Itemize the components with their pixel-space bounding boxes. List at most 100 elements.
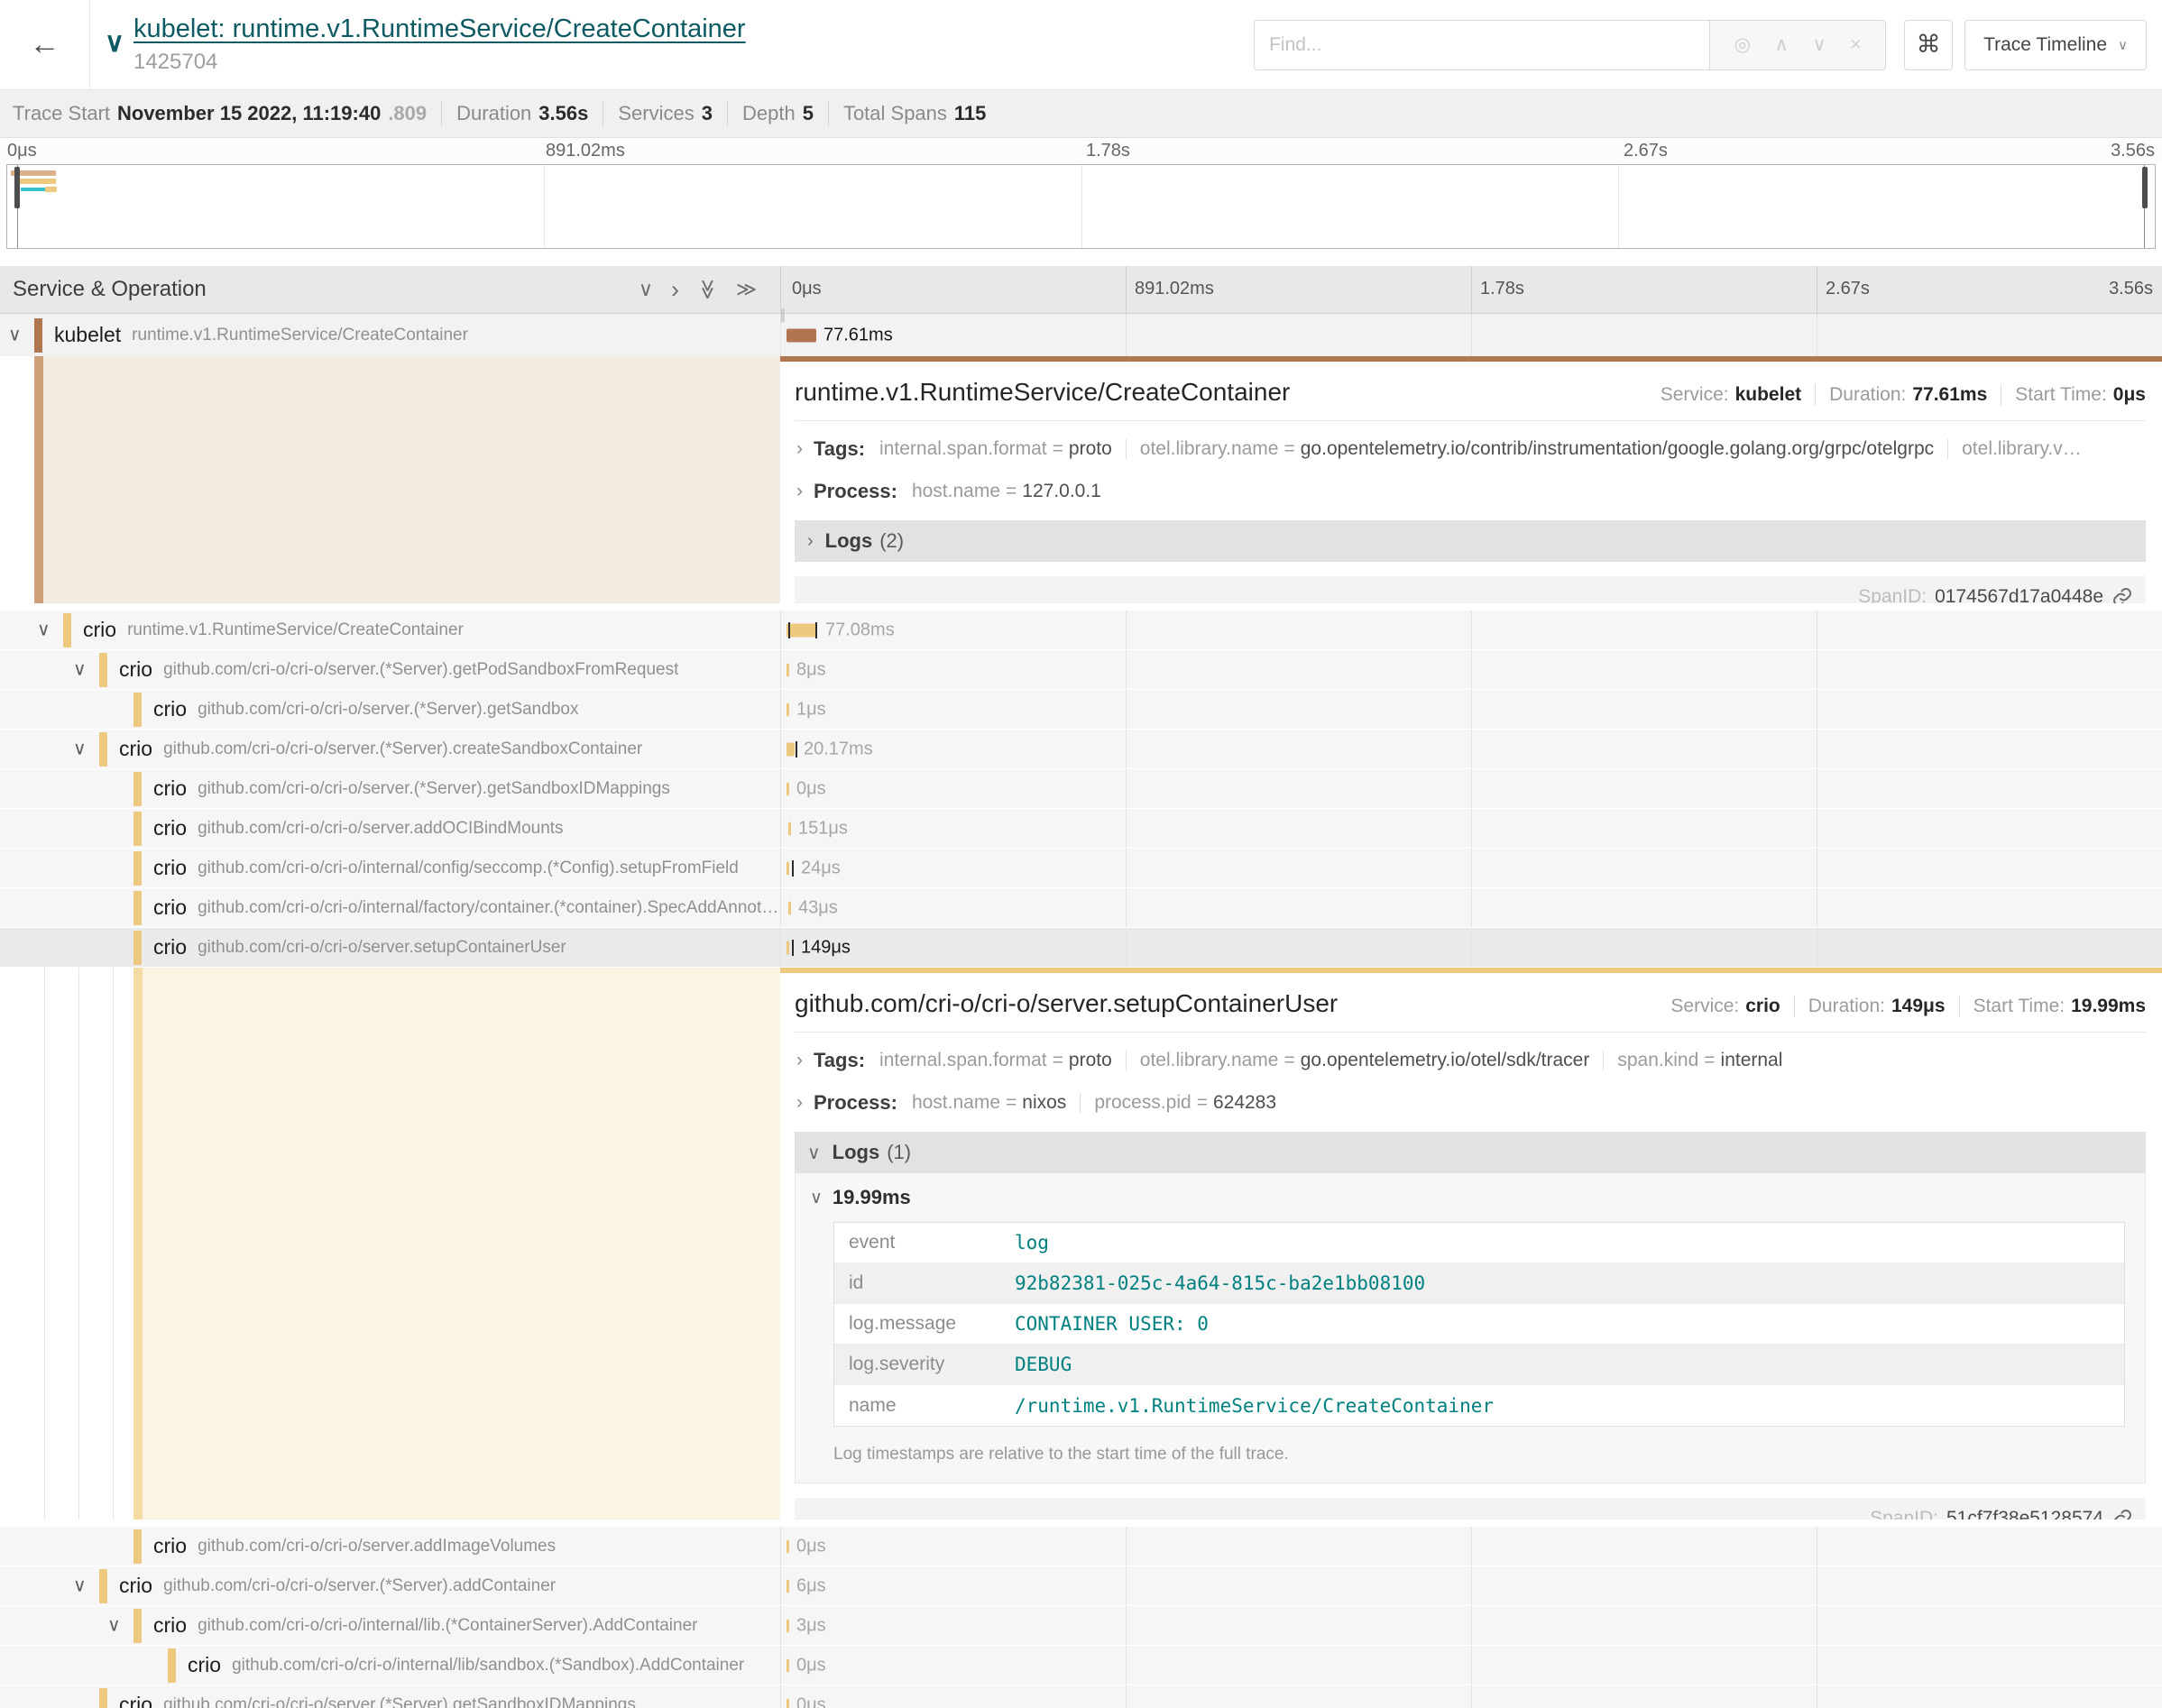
minimap-span-bar — [45, 187, 57, 192]
span-tint-fill — [143, 968, 780, 1520]
trace-start: Trace StartNovember 15 2022, 11:19:40.80… — [13, 101, 442, 126]
span-row-kubelet-createcontainer[interactable]: ∨ kubelet runtime.v1.RuntimeService/Crea… — [0, 314, 2162, 356]
span-timeline-cell: 77.61ms — [780, 314, 2162, 356]
log-marker — [796, 741, 797, 758]
expand-all-icon[interactable]: ≫ — [736, 278, 757, 301]
span-duration-bar[interactable] — [788, 822, 791, 835]
span-collapse-chevron-icon[interactable]: ∨ — [37, 618, 51, 640]
expand-chevron-icon[interactable]: › — [796, 481, 803, 502]
process-row[interactable]: › Process: host.name=nixos process.pid=6… — [795, 1088, 2146, 1117]
span-collapse-chevron-icon[interactable]: ∨ — [73, 737, 87, 759]
span-row-addocibindmounts[interactable]: criogithub.com/cri-o/cri-o/server.addOCI… — [0, 809, 2162, 849]
span-duration-bar[interactable] — [787, 742, 795, 756]
span-duration-bar[interactable] — [787, 941, 789, 954]
span-color-strip — [133, 968, 143, 1520]
command-icon: ⌘ — [1917, 31, 1941, 59]
span-row-getsandboxidmappings[interactable]: criogithub.com/cri-o/cri-o/server.(*Serv… — [0, 769, 2162, 809]
span-row-createsandboxcontainer[interactable]: ∨criogithub.com/cri-o/cri-o/server.(*Ser… — [0, 730, 2162, 769]
span-row-addcontainer[interactable]: ∨criogithub.com/cri-o/cri-o/server.(*Ser… — [0, 1566, 2162, 1606]
span-id-footer: SpanID: 0174567d17a0448e — [795, 576, 2146, 603]
process-row[interactable]: › Process: host.name=127.0.0.1 — [795, 477, 2146, 506]
span-rows: criogithub.com/cri-o/cri-o/server.addIma… — [0, 1527, 2162, 1708]
span-duration-bar[interactable] — [787, 1579, 789, 1593]
expand-chevron-icon: › — [807, 531, 814, 552]
span-duration-bar[interactable] — [787, 663, 789, 676]
find-clear-icon[interactable]: × — [1850, 34, 1861, 56]
logs-section-header[interactable]: › Logs (2) — [795, 520, 2146, 562]
divider — [795, 420, 2146, 421]
span-row-getpodsandboxfromrequest[interactable]: ∨criogithub.com/cri-o/cri-o/server.(*Ser… — [0, 650, 2162, 690]
span-collapse-chevron-icon[interactable]: ∨ — [8, 323, 22, 345]
span-row-setupfromfield[interactable]: criogithub.com/cri-o/cri-o/internal/conf… — [0, 849, 2162, 888]
span-row-getsandbox[interactable]: criogithub.com/cri-o/cri-o/server.(*Serv… — [0, 690, 2162, 730]
collapse-one-icon[interactable]: ∨ — [639, 278, 653, 301]
span-duration-label: 43μs — [798, 897, 838, 918]
find-next-icon[interactable]: ∨ — [1812, 33, 1826, 56]
span-row-getsandboxidmappings-2[interactable]: criogithub.com/cri-o/cri-o/server.(*Serv… — [0, 1685, 2162, 1708]
expand-chevron-icon[interactable]: › — [796, 1092, 803, 1114]
trace-view-selector[interactable]: Trace Timeline ∨ — [1964, 20, 2147, 70]
span-duration-bar[interactable] — [787, 861, 789, 875]
trace-id: 1425704 — [133, 50, 746, 75]
expand-chevron-icon[interactable]: › — [796, 438, 803, 460]
timeline-header: Service & Operation ∨ › ≫ ≫ || 0μs 891.0… — [0, 266, 2162, 314]
span-collapse-chevron-icon[interactable]: ∨ — [73, 1574, 87, 1596]
span-duration-bar[interactable] — [787, 1539, 789, 1553]
span-duration-label: 24μs — [801, 858, 841, 878]
span-row-setupcontaineruser[interactable]: criogithub.com/cri-o/cri-o/server.setupC… — [0, 928, 2162, 968]
view-selector-label: Trace Timeline — [1983, 34, 2107, 56]
deep-link-icon[interactable] — [2111, 1508, 2133, 1520]
minimap-scrubber-right[interactable] — [2142, 167, 2148, 208]
trace-title-block: ∨ kubelet: runtime.v1.RuntimeService/Cre… — [105, 14, 746, 75]
span-duration-label: 151μs — [798, 818, 848, 839]
column-resizer-handle[interactable]: || — [780, 308, 784, 324]
span-duration-value: 149μs — [1891, 996, 1946, 1017]
log-field-row: eventlog — [834, 1223, 2124, 1263]
span-duration-label: 8μs — [796, 659, 826, 680]
span-row-sandbox-addcontainer[interactable]: criogithub.com/cri-o/cri-o/internal/lib/… — [0, 1646, 2162, 1685]
minimap-gridline — [1081, 165, 1082, 248]
log-field-row: log.severityDEBUG — [834, 1345, 2124, 1385]
logs-section-header[interactable]: ∨ Logs (1) — [795, 1132, 2146, 1173]
log-timestamp-note: Log timestamps are relative to the start… — [833, 1445, 2129, 1465]
minimap-scrubber-left[interactable] — [14, 167, 20, 208]
keyboard-shortcuts-button[interactable]: ⌘ — [1904, 20, 1953, 70]
back-button[interactable]: ← — [0, 0, 90, 90]
span-duration-label: 0μs — [796, 778, 826, 799]
span-duration-value: 77.61ms — [1912, 384, 1987, 406]
span-row-addimagevolumes[interactable]: criogithub.com/cri-o/cri-o/server.addIma… — [0, 1527, 2162, 1566]
span-duration-bar[interactable] — [787, 328, 816, 342]
span-duration-bar[interactable] — [787, 702, 789, 716]
span-duration-bar[interactable] — [787, 782, 789, 795]
span-operation-name: runtime.v1.RuntimeService/CreateContaine… — [132, 326, 468, 345]
span-duration-bar[interactable] — [788, 901, 791, 914]
deep-link-icon[interactable] — [2111, 586, 2133, 603]
log-marker — [792, 940, 794, 956]
span-duration-bar[interactable] — [787, 1698, 789, 1708]
find-prev-icon[interactable]: ∧ — [1774, 33, 1788, 56]
log-field-row: log.messageCONTAINER USER: 0 — [834, 1304, 2124, 1345]
span-row-specaddannotations[interactable]: criogithub.com/cri-o/cri-o/internal/fact… — [0, 888, 2162, 928]
collapse-all-icon[interactable]: ≫ — [695, 279, 719, 299]
log-entry-header[interactable]: ∨ 19.99ms — [810, 1186, 2129, 1209]
trace-collapse-chevron-icon[interactable]: ∨ — [105, 27, 124, 59]
expand-chevron-icon[interactable]: › — [796, 1050, 803, 1071]
minimap-span-bar — [21, 188, 46, 191]
span-collapse-chevron-icon[interactable]: ∨ — [73, 657, 87, 680]
trace-minimap[interactable] — [6, 164, 2156, 249]
span-duration-bar[interactable] — [787, 1658, 789, 1672]
tags-row[interactable]: › Tags: internal.span.format=proto otel.… — [795, 1046, 2146, 1075]
span-collapse-chevron-icon[interactable]: ∨ — [107, 1613, 121, 1636]
locate-icon[interactable]: ◎ — [1734, 33, 1751, 56]
span-duration-bar[interactable] — [787, 1619, 789, 1632]
minimap-span-bar — [20, 179, 56, 184]
span-row-containerserver-addcontainer[interactable]: ∨criogithub.com/cri-o/cri-o/internal/lib… — [0, 1606, 2162, 1646]
span-row-crio-createcontainer[interactable]: ∨crioruntime.v1.RuntimeService/CreateCon… — [0, 611, 2162, 650]
expand-one-icon[interactable]: › — [671, 276, 679, 304]
find-buttons: ◎ ∧ ∨ × — [1709, 20, 1886, 70]
find-input[interactable] — [1254, 20, 1709, 70]
span-detail-panel-kubelet: runtime.v1.RuntimeService/CreateContaine… — [0, 356, 2162, 611]
trace-title-link[interactable]: kubelet: runtime.v1.RuntimeService/Creat… — [133, 14, 746, 44]
tags-row[interactable]: › Tags: internal.span.format=proto otel.… — [795, 435, 2146, 464]
span-duration-bar[interactable] — [787, 623, 816, 637]
